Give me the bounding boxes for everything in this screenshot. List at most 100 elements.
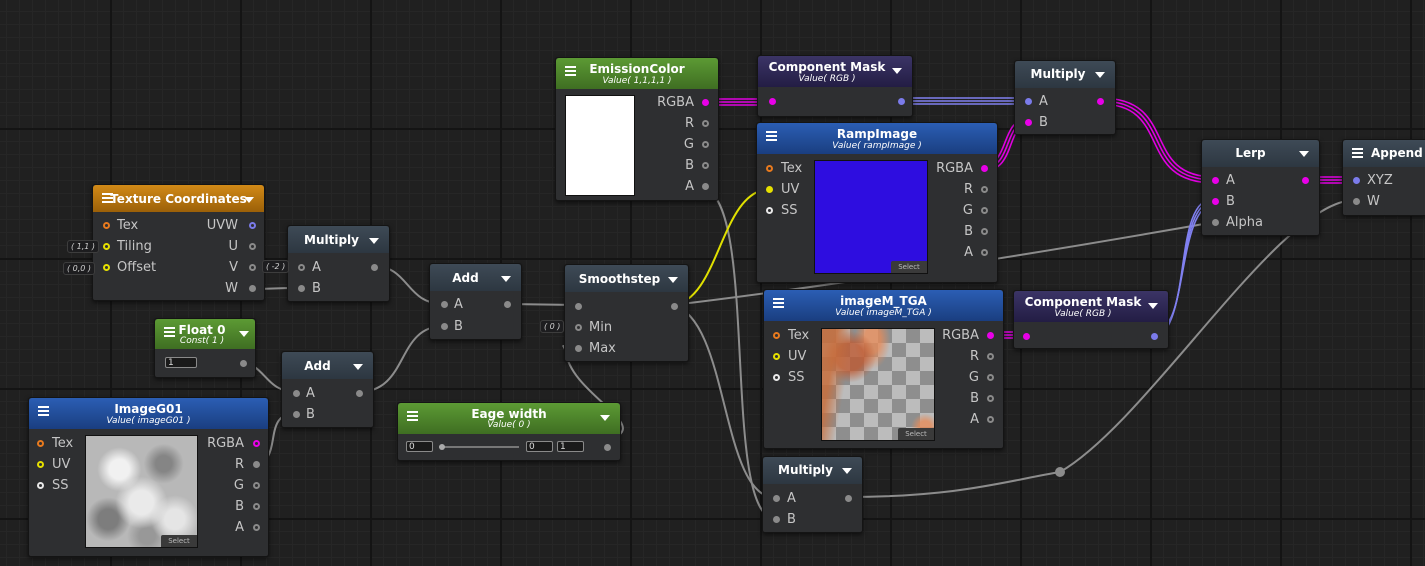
b-output-port[interactable] — [702, 162, 709, 169]
add-node[interactable]: Add A B — [429, 263, 522, 340]
a-input-port[interactable] — [1025, 98, 1032, 105]
r-output-port[interactable] — [981, 186, 988, 193]
uv-input-port[interactable] — [37, 461, 44, 468]
multiply-node[interactable]: Multiply A B — [762, 456, 863, 533]
input-port[interactable] — [1023, 333, 1030, 340]
xyz-input-port[interactable] — [1353, 177, 1360, 184]
float-value-field[interactable]: 1 — [165, 357, 197, 368]
chevron-down-icon[interactable] — [369, 238, 379, 244]
output-port[interactable] — [898, 98, 905, 105]
chevron-down-icon[interactable] — [501, 276, 511, 282]
node-header[interactable]: RampImage Value( rampImage ) — [757, 123, 997, 154]
ss-input-port[interactable] — [766, 207, 773, 214]
chevron-down-icon[interactable] — [1299, 151, 1309, 157]
min-input-port[interactable] — [575, 324, 582, 331]
b-input-port[interactable] — [298, 285, 305, 292]
append-node[interactable]: Append XYZ W — [1342, 139, 1425, 216]
r-output-port[interactable] — [253, 461, 260, 468]
a-input-port[interactable] — [773, 495, 780, 502]
output-port[interactable] — [671, 303, 678, 310]
uvw-output-port[interactable] — [249, 222, 256, 229]
input-port[interactable] — [769, 98, 776, 105]
node-header[interactable]: Add — [282, 352, 373, 379]
component-mask-node[interactable]: Component Mask Value( RGB ) — [1013, 290, 1169, 349]
node-header[interactable]: Component Mask Value( RGB ) — [758, 56, 912, 87]
node-header[interactable]: imageM_TGA Value( imageM_TGA ) — [764, 290, 1003, 321]
min-inline-value[interactable]: ( 0 ) — [540, 320, 565, 333]
chevron-down-icon[interactable] — [668, 277, 678, 283]
float-node[interactable]: Float 0 Const( 1 ) 1 — [154, 318, 256, 378]
a-output-port[interactable] — [702, 183, 709, 190]
w-input-port[interactable] — [1353, 198, 1360, 205]
output-port[interactable] — [1097, 98, 1104, 105]
select-button[interactable]: Select — [891, 261, 927, 273]
menu-icon[interactable] — [1352, 148, 1363, 158]
v-output-port[interactable] — [249, 264, 256, 271]
r-output-port[interactable] — [987, 353, 994, 360]
g-output-port[interactable] — [987, 374, 994, 381]
node-header[interactable]: ImageG01 Value( imageG01 ) — [29, 398, 268, 429]
a-inline-value[interactable]: ( -2 ) — [262, 260, 290, 273]
alpha-input-port[interactable] — [1212, 219, 1219, 226]
select-button[interactable]: Select — [898, 428, 934, 440]
output-port[interactable] — [371, 264, 378, 271]
r-output-port[interactable] — [702, 120, 709, 127]
node-header[interactable]: EmissionColor Value( 1,1,1,1 ) — [556, 58, 718, 89]
tiling-input-port[interactable] — [103, 243, 110, 250]
tex-input-port[interactable] — [766, 165, 773, 172]
image-m-tga-node[interactable]: imageM_TGA Value( imageM_TGA ) Tex UV SS… — [763, 289, 1004, 449]
output-port[interactable] — [356, 390, 363, 397]
node-header[interactable]: Lerp — [1202, 140, 1319, 167]
chevron-down-icon[interactable] — [239, 331, 249, 337]
b-input-port[interactable] — [441, 323, 448, 330]
g-output-port[interactable] — [253, 482, 260, 489]
uv-input-port[interactable] — [766, 186, 773, 193]
b-input-port[interactable] — [293, 411, 300, 418]
node-header[interactable]: Smoothstep — [565, 265, 688, 292]
emission-color-node[interactable]: EmissionColor Value( 1,1,1,1 ) RGBA R G … — [555, 57, 719, 201]
g-output-port[interactable] — [702, 141, 709, 148]
b-input-port[interactable] — [1212, 198, 1219, 205]
node-header[interactable]: Add — [430, 264, 521, 291]
output-port[interactable] — [1302, 177, 1309, 184]
w-output-port[interactable] — [249, 285, 256, 292]
multiply-node[interactable]: Multiply A B — [1014, 60, 1116, 135]
component-mask-node[interactable]: Component Mask Value( RGB ) — [757, 55, 913, 117]
node-header[interactable]: Eage width Value( 0 ) — [398, 403, 620, 434]
output-port[interactable] — [504, 301, 511, 308]
value-slider-track[interactable] — [439, 446, 519, 448]
max-field[interactable]: 1 — [557, 441, 584, 452]
uv-input-port[interactable] — [773, 353, 780, 360]
node-header[interactable]: Float 0 Const( 1 ) — [155, 319, 255, 349]
offset-inline-value[interactable]: ( 0,0 ) — [63, 262, 96, 275]
a-input-port[interactable] — [1212, 177, 1219, 184]
chevron-down-icon[interactable] — [353, 364, 363, 370]
max-input-port[interactable] — [575, 345, 582, 352]
output-port[interactable] — [240, 360, 247, 367]
b-output-port[interactable] — [987, 395, 994, 402]
chevron-down-icon[interactable] — [244, 197, 254, 203]
add-node[interactable]: Add A B — [281, 351, 374, 428]
offset-input-port[interactable] — [103, 264, 110, 271]
rgba-output-port[interactable] — [987, 332, 994, 339]
tex-input-port[interactable] — [773, 332, 780, 339]
a-input-port[interactable] — [293, 390, 300, 397]
output-port[interactable] — [1151, 333, 1158, 340]
g-output-port[interactable] — [981, 207, 988, 214]
value-field[interactable]: 0 — [526, 441, 553, 452]
node-header[interactable]: Append — [1343, 140, 1425, 167]
node-header[interactable]: Multiply — [288, 226, 389, 253]
node-header[interactable]: Multiply — [1015, 61, 1115, 88]
rgba-output-port[interactable] — [702, 99, 709, 106]
node-header[interactable]: Texture Coordinates — [93, 185, 264, 212]
tiling-inline-value[interactable]: ( 1,1 ) — [67, 240, 100, 253]
a-output-port[interactable] — [253, 524, 260, 531]
color-preview[interactable] — [565, 95, 635, 196]
min-field[interactable]: 0 — [406, 441, 433, 452]
ss-input-port[interactable] — [773, 374, 780, 381]
imageg01-node[interactable]: ImageG01 Value( imageG01 ) Tex UV SS Sel… — [28, 397, 269, 557]
node-header[interactable]: Component Mask Value( RGB ) — [1014, 291, 1168, 322]
output-port[interactable] — [845, 495, 852, 502]
a-output-port[interactable] — [981, 249, 988, 256]
chevron-down-icon[interactable] — [1095, 72, 1105, 78]
